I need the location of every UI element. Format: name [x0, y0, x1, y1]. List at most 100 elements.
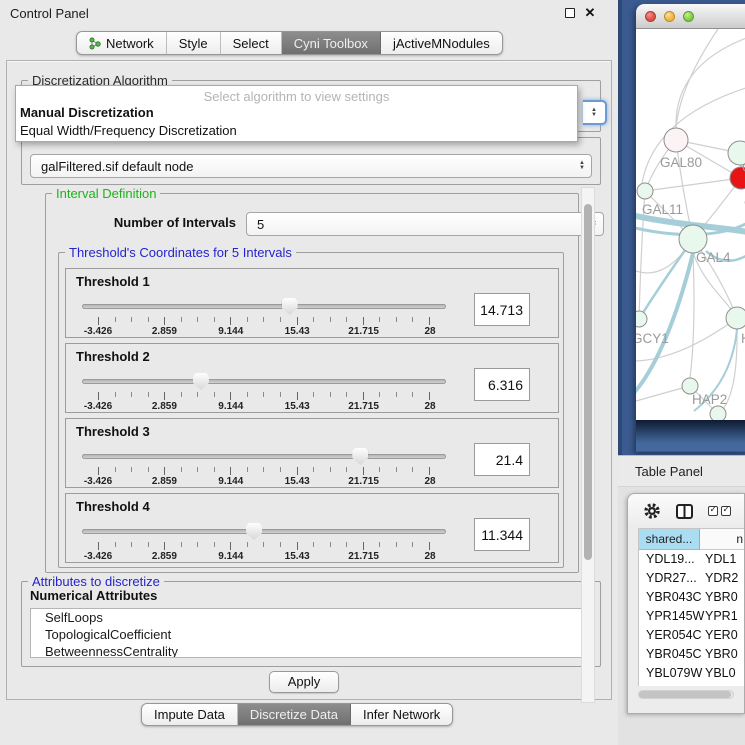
- table-row[interactable]: YBL079WYBL0: [639, 664, 745, 683]
- slider-tick: [363, 542, 364, 550]
- tab-network[interactable]: Network: [77, 32, 167, 54]
- node-gal4[interactable]: [679, 225, 707, 253]
- slider-tick: [197, 542, 198, 547]
- slider-tick: [363, 317, 364, 325]
- gear-icon[interactable]: [643, 502, 661, 520]
- close-button[interactable]: ✕: [580, 5, 600, 21]
- tab-discretize-data[interactable]: Discretize Data: [238, 704, 351, 725]
- scale-tick-label: -3.426: [84, 476, 112, 487]
- tab-impute-data[interactable]: Impute Data: [142, 704, 238, 725]
- table-cell[interactable]: YDR2: [700, 569, 745, 588]
- attribute-list-item[interactable]: SelfLoops: [31, 609, 593, 626]
- slider-tick: [131, 392, 132, 397]
- table-row[interactable]: YBR043CYBR0: [639, 588, 745, 607]
- attribute-list-item[interactable]: BetweennessCentrality: [31, 643, 593, 658]
- slider-tick: [429, 317, 430, 325]
- table-cell[interactable]: YPR145W: [639, 607, 700, 626]
- table-data-combobox[interactable]: galFiltered.sif default node ▲▼: [30, 154, 592, 178]
- float-icon: [565, 8, 575, 18]
- table-cell[interactable]: YBR0: [700, 645, 745, 664]
- table-cell[interactable]: YER0: [700, 626, 745, 645]
- scale-tick-label: -3.426: [84, 551, 112, 562]
- slider-thumb[interactable]: [193, 373, 209, 390]
- scale-tick-label: 9.144: [218, 476, 243, 487]
- slider-thumb[interactable]: [246, 523, 262, 540]
- threshold-2-value-field[interactable]: 6.316: [474, 368, 530, 401]
- column-header-name[interactable]: n: [700, 529, 745, 550]
- network-window-titlebar[interactable]: [636, 4, 745, 29]
- table-row[interactable]: YER054CYER0: [639, 626, 745, 645]
- slider-thumb[interactable]: [352, 448, 368, 465]
- threshold-3-value-field[interactable]: 21.4: [474, 443, 530, 476]
- table-cell[interactable]: YLR345W: [639, 683, 700, 686]
- table-cell[interactable]: YDL1: [700, 550, 745, 569]
- table-cell[interactable]: YDR27...: [639, 569, 700, 588]
- threshold-4-value-field[interactable]: 11.344: [474, 518, 530, 551]
- node-gcy1[interactable]: [636, 311, 647, 327]
- table-cell[interactable]: YBL079W: [639, 664, 700, 683]
- popup-placeholder-item[interactable]: Select algorithm to view settings: [16, 86, 577, 104]
- zoom-traffic-light-icon[interactable]: [683, 11, 694, 22]
- table-cell[interactable]: YDL19...: [639, 550, 700, 569]
- popup-option-equal-width-frequency[interactable]: Equal Width/Frequency Discretization: [16, 122, 577, 140]
- panel-scrollbar[interactable]: [581, 187, 595, 703]
- table-cell[interactable]: YBL0: [700, 664, 745, 683]
- threshold-1-label: Threshold 1: [76, 274, 150, 289]
- table-row[interactable]: YDL19...YDL1: [639, 550, 745, 569]
- slider-tick: [230, 317, 231, 325]
- table-cell[interactable]: YBR0: [700, 588, 745, 607]
- table-cell[interactable]: YLR3: [700, 683, 745, 686]
- table-row[interactable]: YBR045CYBR0: [639, 645, 745, 664]
- apply-button[interactable]: Apply: [269, 671, 339, 693]
- scale-tick-label: -3.426: [84, 401, 112, 412]
- threshold-1-slider: -3.4262.8599.14415.4321.71528: [90, 297, 438, 337]
- table-cell[interactable]: YBR043C: [639, 588, 700, 607]
- table-horizontal-scrollbar[interactable]: [638, 690, 734, 699]
- network-canvas[interactable]: GAL80 GAL11 GAL4 GCY1 HAP2 H C GA: [636, 29, 745, 420]
- attribute-list-item[interactable]: TopologicalCoefficient: [31, 626, 593, 643]
- slider-tick: [412, 542, 413, 547]
- table-cell[interactable]: YPR1: [700, 607, 745, 626]
- minimize-traffic-light-icon[interactable]: [664, 11, 675, 22]
- threshold-1-panel: Threshold 1 -3.4262.8599.14415.4321.7152…: [65, 268, 559, 338]
- threshold-1-value-field[interactable]: 14.713: [474, 293, 530, 326]
- float-button[interactable]: [560, 8, 580, 18]
- node-gal11[interactable]: [637, 183, 653, 199]
- checkbox-icon[interactable]: [721, 506, 731, 516]
- split-column-icon[interactable]: [676, 504, 693, 519]
- slider-thumb[interactable]: [282, 298, 298, 315]
- slider-tick: [429, 467, 430, 475]
- scale-tick-label: 21.715: [348, 326, 379, 337]
- algorithm-combobox[interactable]: ▲▼: [583, 100, 607, 125]
- node-right[interactable]: [726, 307, 745, 329]
- slider-ticks: [98, 317, 430, 325]
- numerical-attributes-list[interactable]: SelfLoopsTopologicalCoefficientBetweenne…: [30, 608, 594, 658]
- tab-jactivemnodules[interactable]: jActiveMNodules: [381, 32, 502, 54]
- close-traffic-light-icon[interactable]: [645, 11, 656, 22]
- tab-cyni-toolbox[interactable]: Cyni Toolbox: [282, 32, 381, 54]
- node-bottom[interactable]: [710, 406, 726, 420]
- network-view-window[interactable]: GAL80 GAL11 GAL4 GCY1 HAP2 H C GA: [636, 4, 745, 452]
- table-cell[interactable]: YER054C: [639, 626, 700, 645]
- node-label-gal80: GAL80: [660, 155, 702, 170]
- tab-select[interactable]: Select: [221, 32, 282, 54]
- scrollbar-thumb[interactable]: [584, 204, 592, 560]
- popup-option-manual-discretization[interactable]: Manual Discretization: [16, 104, 577, 122]
- slider-tick: [131, 317, 132, 322]
- table-row[interactable]: YDR27...YDR2: [639, 569, 745, 588]
- tab-style[interactable]: Style: [167, 32, 221, 54]
- slider-tick: [429, 392, 430, 400]
- slider-tick: [379, 467, 380, 472]
- number-of-intervals-combobox[interactable]: 5 ▲▼: [246, 212, 604, 236]
- table-cell[interactable]: YBR045C: [639, 645, 700, 664]
- slider-tick: [396, 317, 397, 322]
- table-row[interactable]: YLR345WYLR3: [639, 683, 745, 686]
- checkbox-icon[interactable]: [708, 506, 718, 516]
- node-gal80[interactable]: [664, 128, 688, 152]
- tab-infer-network[interactable]: Infer Network: [351, 704, 452, 725]
- table-window[interactable]: shared... n YDL19...YDL1YDR27...YDR2YBR0…: [627, 493, 745, 714]
- scale-tick-label: 9.144: [218, 551, 243, 562]
- scrollbar-thumb[interactable]: [639, 691, 731, 698]
- column-header-shared-name[interactable]: shared...: [639, 529, 700, 550]
- table-row[interactable]: YPR145WYPR1: [639, 607, 745, 626]
